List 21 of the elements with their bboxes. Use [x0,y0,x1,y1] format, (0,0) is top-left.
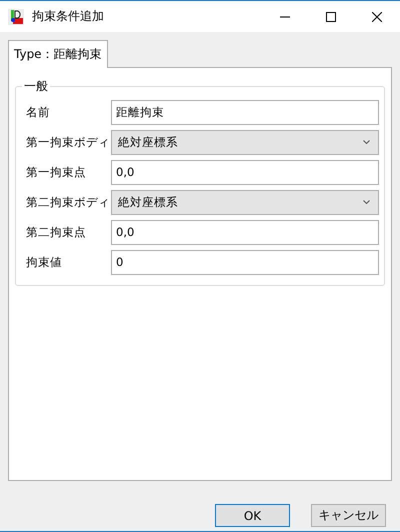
dialog-button[interactable]: キャンセル [311,504,386,527]
dropdown[interactable]: 絶対座標系 [111,190,379,214]
caret-icon [363,200,370,204]
field-label: 第一拘束点 [26,164,87,180]
window-title: 拘束条件追加 [32,8,104,25]
dropdown[interactable]: 絶対座標系 [111,130,379,154]
input-field[interactable]: 0 [111,250,379,274]
input-field[interactable]: 距離拘束 [111,100,379,124]
field-label: 拘束値 [26,254,63,270]
maximize-icon[interactable] [326,12,336,22]
input-field[interactable]: 0,0 [111,160,379,184]
caret-icon [363,140,370,144]
input-field[interactable]: 0,0 [111,220,379,244]
close-icon[interactable] [372,12,382,22]
field-label: 第一拘束ボディ [26,134,111,150]
field-label: 名前 [26,104,51,120]
field-label: 第二拘束点 [26,224,87,240]
dialog-button[interactable]: OK [215,504,290,527]
field-label: 第二拘束ボディ [26,194,111,210]
app-icon [8,8,24,24]
tab[interactable]: Type：距離拘束 [8,40,108,68]
